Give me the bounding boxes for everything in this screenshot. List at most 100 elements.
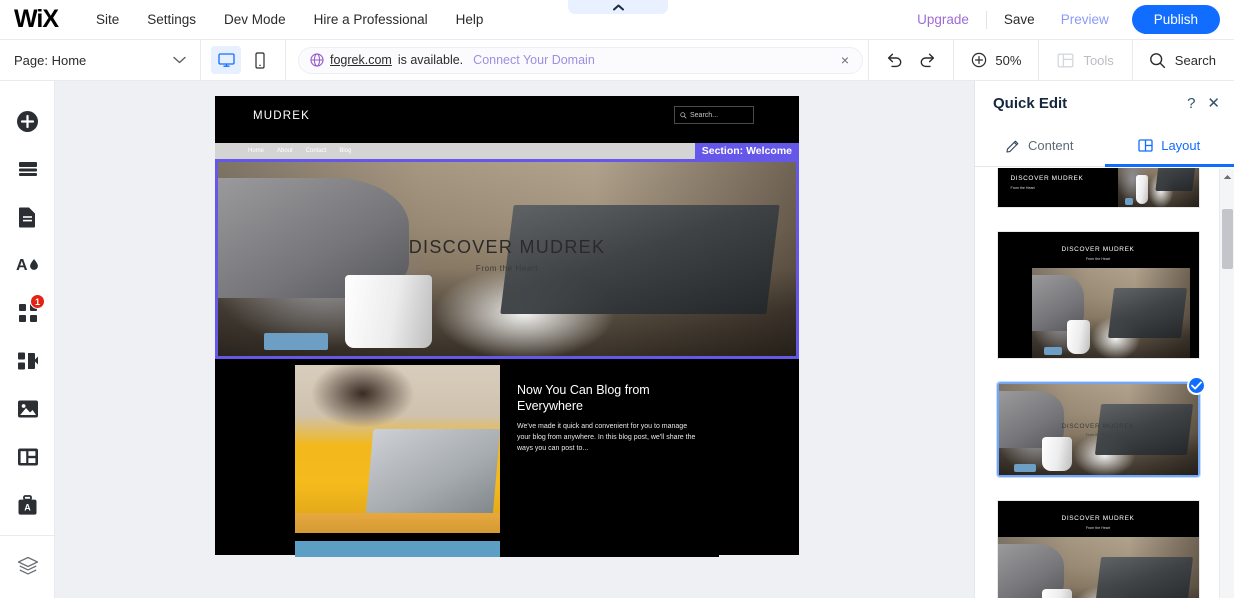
collapsed-panel-tab[interactable] [568, 0, 668, 14]
top-bar-actions: Upgrade Save Preview Publish [904, 5, 1234, 34]
briefcase-icon: A [18, 494, 37, 515]
redo-icon [921, 53, 935, 68]
sidebar-item-pages[interactable] [0, 193, 55, 241]
blog-post-heading: Now You Can Blog from Everywhere [517, 383, 650, 413]
preview-button[interactable]: Preview [1048, 12, 1122, 27]
quick-edit-panel: Quick Edit ? ✕ Content Layout DISCOVER M… [974, 81, 1234, 598]
site-logo: MUDREK [253, 110, 311, 122]
selected-check-icon [1186, 376, 1206, 395]
blog-post-card[interactable]: Now You Can Blog from Everywhere We've m… [295, 365, 719, 533]
thumb2-photo [1031, 268, 1191, 358]
connect-your-domain-link[interactable]: Connect Your Domain [473, 53, 595, 67]
editor-toolbar: Page: Home fogrek.com is available. Conn… [0, 39, 1234, 81]
site-nav-item-home[interactable]: Home [248, 148, 264, 154]
thumb3-phone [1014, 464, 1037, 473]
sidebar-item-add-section[interactable] [0, 145, 55, 193]
help-icon[interactable]: ? [1175, 95, 1207, 112]
search-button[interactable]: Search [1133, 52, 1234, 69]
blog-post-image [295, 365, 500, 533]
site-nav-item-contact[interactable]: Contact [306, 148, 327, 154]
save-button[interactable]: Save [991, 12, 1048, 27]
close-icon[interactable]: × [833, 53, 849, 67]
tools-button[interactable]: Tools [1039, 52, 1131, 69]
thumb1-photo [1118, 168, 1199, 207]
zoom-control[interactable]: 50% [954, 52, 1038, 68]
device-switcher [201, 46, 285, 74]
layout-thumbnail-2[interactable]: DISCOVER MUDREK From the Heart [996, 231, 1200, 359]
redo-button[interactable] [918, 52, 937, 68]
layout-thumbnail-list[interactable]: DISCOVER MUDREK From the Heart DISCOVER … [975, 168, 1221, 598]
thumb4-cup [1041, 589, 1072, 598]
sidebar-item-add-elements[interactable] [0, 97, 55, 145]
hero-background-image [218, 162, 796, 356]
desktop-icon [217, 53, 235, 67]
hero-photo-laptop [500, 204, 780, 314]
page-icon [19, 207, 35, 228]
menu-item-dev-mode[interactable]: Dev Mode [210, 0, 300, 40]
wix-logo[interactable]: WiX [14, 5, 59, 34]
tab-layout-label: Layout [1161, 138, 1201, 153]
sidebar-item-apps-market[interactable]: 1 [0, 289, 55, 337]
layout-thumbnail-3[interactable]: DISCOVER MUDREK From the Heart [995, 376, 1206, 478]
publish-button[interactable]: Publish [1131, 5, 1220, 34]
zoom-level-label: 50% [995, 52, 1022, 68]
panel-scrollbar[interactable] [1219, 169, 1234, 598]
thumb2-laptop [1107, 287, 1188, 339]
apps-notification-badge: 1 [30, 294, 45, 309]
quick-edit-header: Quick Edit ? ✕ [975, 81, 1234, 125]
scrollbar-thumb[interactable] [1222, 209, 1233, 269]
search-label: Search [1174, 52, 1216, 68]
thumb2-title: DISCOVER MUDREK [1061, 246, 1135, 253]
site-preview[interactable]: MUDREK Search... Home About Contact Blog… [215, 96, 799, 557]
page-selector[interactable]: Page: Home [0, 40, 200, 81]
domain-name-link[interactable]: fogrek.com [330, 53, 392, 67]
menu-item-settings[interactable]: Settings [133, 0, 210, 40]
section-label-badge: Section: Welcome [694, 143, 799, 159]
thumb4-image [997, 537, 1199, 598]
site-nav-item-about[interactable]: About [277, 148, 293, 154]
scroll-up-arrow-icon[interactable] [1220, 169, 1234, 184]
database-icon [17, 448, 38, 466]
search-icon [1149, 52, 1165, 68]
layout-thumbnail-4[interactable]: DISCOVER MUDREK From the Heart [996, 500, 1200, 598]
undo-button[interactable] [885, 52, 904, 68]
editor-canvas[interactable]: MUDREK Search... Home About Contact Blog… [55, 81, 974, 598]
desktop-view-button[interactable] [211, 46, 241, 74]
menu-item-site[interactable]: Site [82, 0, 133, 40]
layout-icon [1138, 139, 1153, 152]
sidebar-item-layers[interactable] [0, 542, 55, 590]
sidebar-item-my-designs[interactable]: A [0, 481, 55, 529]
thumb4-photo [997, 537, 1199, 598]
zoom-in-icon [972, 52, 987, 68]
hero-section-selected[interactable]: DISCOVER MUDREK From the Heart [215, 159, 799, 359]
thumb1-cup [1135, 175, 1148, 204]
thumb4-laptop [1094, 556, 1194, 598]
search-icon [680, 111, 687, 119]
menu-item-help[interactable]: Help [442, 0, 498, 40]
site-nav-item-blog[interactable]: Blog [339, 148, 351, 154]
thumb1-laptop [1155, 168, 1198, 191]
sidebar-item-site-design[interactable]: A [0, 241, 55, 289]
tab-layout[interactable]: Layout [1104, 125, 1234, 167]
menu-item-hire-a-professional[interactable]: Hire a Professional [300, 0, 442, 40]
sidebar-item-cms[interactable] [0, 433, 55, 481]
mobile-view-button[interactable] [245, 46, 275, 74]
blog-section[interactable]: Now You Can Blog from Everywhere We've m… [215, 359, 799, 557]
sidebar-item-my-business[interactable] [0, 337, 55, 385]
globe-icon [310, 53, 324, 67]
svg-text:A: A [24, 502, 31, 512]
layout-thumbnail-1[interactable]: DISCOVER MUDREK From the Heart [996, 168, 1200, 208]
upgrade-link[interactable]: Upgrade [904, 12, 982, 27]
thumb1-subtitle: From the Heart [1010, 186, 1035, 190]
hero-subtitle: From the Heart [475, 264, 539, 273]
theme-icon: A [16, 257, 38, 274]
close-icon[interactable]: ✕ [1207, 94, 1220, 112]
thumb3-subtitle: From the Heart [1085, 433, 1111, 437]
site-header[interactable]: MUDREK Search... [215, 96, 799, 143]
tab-content[interactable]: Content [975, 125, 1105, 166]
thumb2-phone [1044, 347, 1062, 356]
site-search-box[interactable]: Search... [674, 106, 754, 124]
next-section-strip [295, 541, 719, 557]
sidebar-item-media-manager[interactable] [0, 385, 55, 433]
site-nav[interactable]: Home About Contact Blog Section: Welcome [215, 143, 799, 159]
